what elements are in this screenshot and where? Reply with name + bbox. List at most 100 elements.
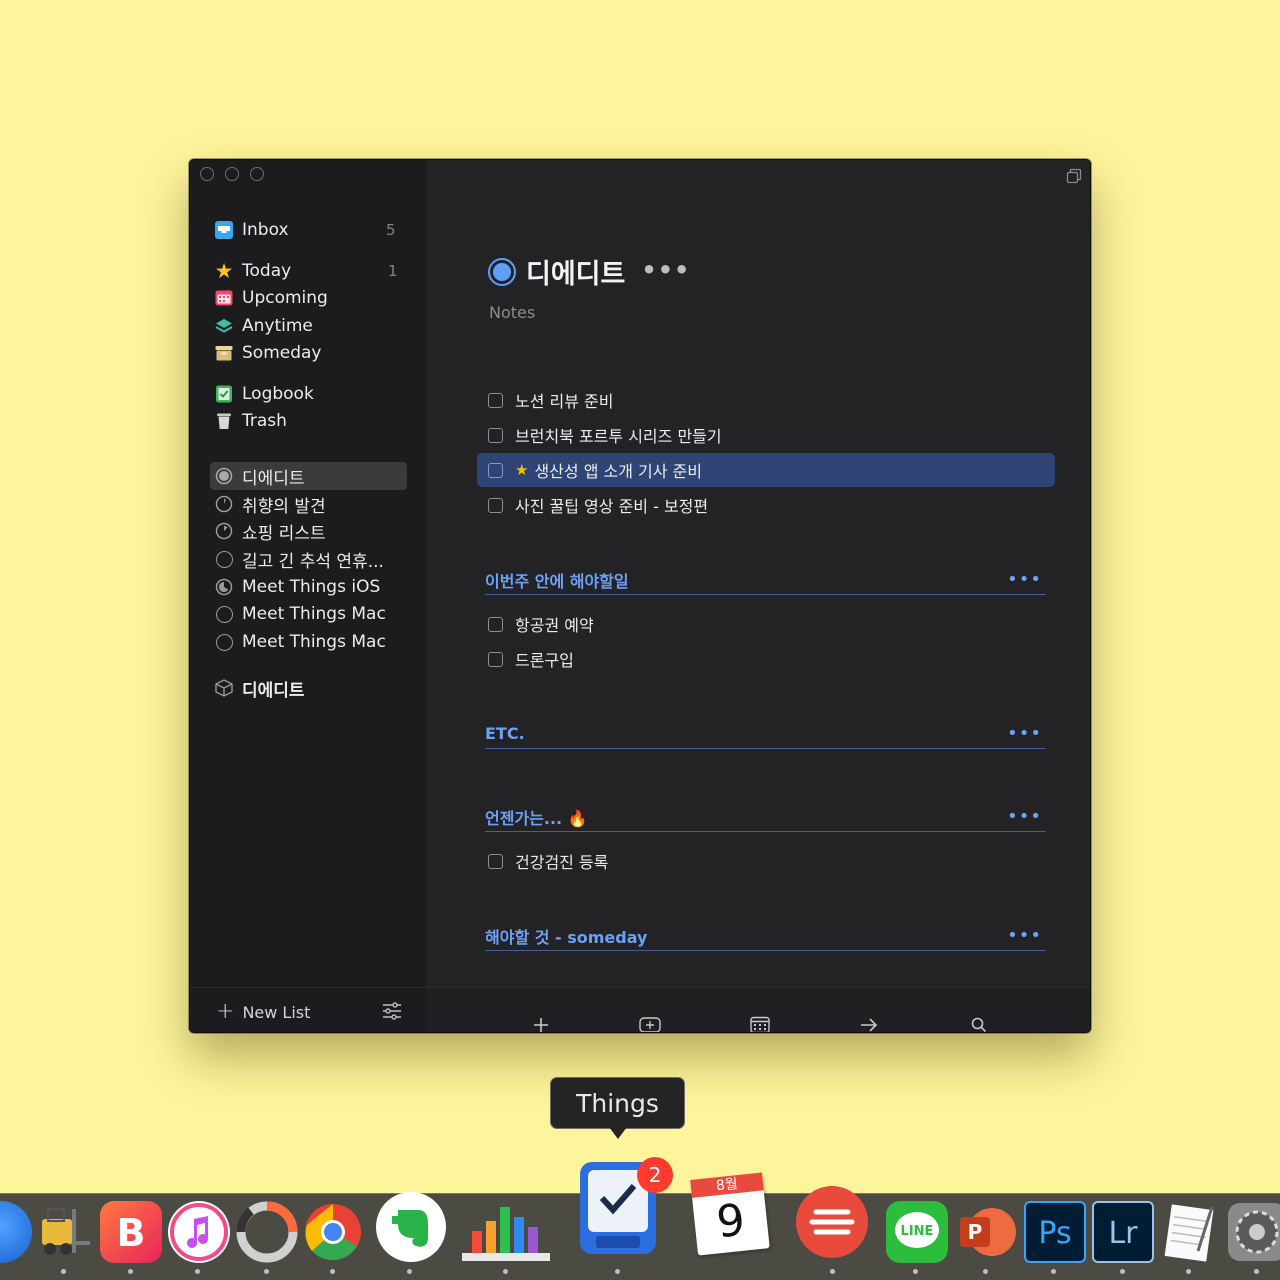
- sidebar-item-inbox[interactable]: Inbox: [214, 217, 289, 243]
- things-window: Inbox 5 ★ Today 1 Upcoming Anytime Somed…: [189, 159, 1091, 1033]
- task-checkbox[interactable]: [488, 462, 503, 478]
- restore-window-icon[interactable]: [1066, 168, 1082, 184]
- zoom-button[interactable]: [250, 167, 264, 181]
- sidebar-item-anytime[interactable]: Anytime: [214, 313, 313, 339]
- notes-field[interactable]: Notes: [489, 303, 535, 322]
- project-title[interactable]: 디에디트: [526, 252, 625, 291]
- istat-icon[interactable]: [236, 1201, 298, 1263]
- notification-badge: 2: [637, 1157, 673, 1193]
- sidebar-item-today[interactable]: ★ Today: [214, 258, 292, 284]
- project-empty-icon: [214, 549, 234, 569]
- running-indicator: [615, 1269, 620, 1274]
- line-icon[interactable]: LINE: [886, 1201, 948, 1263]
- task-label: 노션 리뷰 준비: [515, 392, 614, 411]
- sidebar-project[interactable]: Meet Things Mac: [214, 601, 386, 627]
- add-task-icon[interactable]: [530, 1014, 552, 1032]
- task-row[interactable]: 브런치북 포르투 시리즈 만들기: [477, 418, 1055, 452]
- photoshop-icon[interactable]: Ps: [1024, 1201, 1086, 1263]
- sidebar-project[interactable]: Meet Things Mac: [214, 629, 386, 655]
- heading-label: ETC.: [485, 724, 525, 743]
- system-preferences-gear-icon[interactable]: [1226, 1201, 1280, 1263]
- task-row[interactable]: 노션 리뷰 준비: [477, 383, 1055, 417]
- section-heading[interactable]: ETC. •••: [485, 719, 1046, 749]
- today-count: 1: [388, 262, 398, 280]
- calendar-app-icon[interactable]: 8월 9: [688, 1170, 774, 1256]
- plus-icon: +: [216, 999, 235, 1024]
- evernote-icon[interactable]: [376, 1192, 446, 1262]
- section-heading[interactable]: 이번주 안에 해야할일 •••: [485, 565, 1046, 595]
- sidebar-project[interactable]: 쇼핑 리스트: [214, 518, 326, 544]
- sidebar-item-label: 취향의 발견: [242, 496, 326, 517]
- svg-text:Ps: Ps: [1038, 1216, 1071, 1251]
- new-list-button[interactable]: + New List: [216, 1001, 310, 1023]
- running-indicator: [330, 1269, 335, 1274]
- task-checkbox[interactable]: [488, 427, 503, 443]
- sidebar-area[interactable]: 디에디트: [214, 675, 305, 701]
- sidebar-item-upcoming[interactable]: Upcoming: [214, 285, 328, 311]
- task-row[interactable]: 사진 꿀팁 영상 준비 - 보정편: [477, 488, 1055, 522]
- sidebar-project[interactable]: 길고 긴 추석 연휴...: [214, 546, 384, 572]
- task-checkbox[interactable]: [488, 616, 503, 632]
- numbers-chart-icon[interactable]: [462, 1201, 550, 1263]
- running-indicator: [195, 1269, 200, 1274]
- task-label: 사진 꿀팁 영상 준비 - 보정편: [515, 497, 709, 516]
- task-checkbox[interactable]: [488, 392, 503, 408]
- task-row[interactable]: 건강검진 등록: [477, 844, 1055, 878]
- textedit-icon[interactable]: [1160, 1201, 1222, 1263]
- more-options-icon[interactable]: •••: [641, 256, 690, 284]
- more-options-icon[interactable]: •••: [1007, 723, 1042, 744]
- chrome-icon[interactable]: [302, 1201, 364, 1263]
- minimize-button[interactable]: [225, 167, 239, 181]
- running-indicator: [503, 1269, 508, 1274]
- sidebar-item-trash[interactable]: Trash: [214, 408, 287, 434]
- sidebar-item-someday[interactable]: Someday: [214, 340, 321, 366]
- sidebar-item-label: Meet Things iOS: [242, 577, 381, 597]
- task-label: 드론구입: [515, 651, 574, 670]
- running-indicator: [983, 1269, 988, 1274]
- powerpoint-icon[interactable]: P: [956, 1201, 1018, 1263]
- more-options-icon[interactable]: •••: [1007, 569, 1042, 590]
- sidebar-project-diedit[interactable]: 디에디트: [214, 463, 305, 489]
- move-arrow-icon[interactable]: [858, 1014, 880, 1032]
- sidebar-item-label: Meet Things Mac: [242, 604, 386, 624]
- task-checkbox[interactable]: [488, 853, 503, 869]
- task-checkbox[interactable]: [488, 497, 503, 513]
- itunes-icon[interactable]: [168, 1201, 230, 1263]
- sidebar-project[interactable]: 취향의 발견: [214, 491, 326, 517]
- logbook-icon: [214, 384, 234, 404]
- dock-tooltip: Things: [550, 1077, 685, 1129]
- section-heading[interactable]: 언젠가는... 🔥 •••: [485, 802, 1046, 832]
- more-options-icon[interactable]: •••: [1007, 806, 1042, 827]
- more-options-icon[interactable]: •••: [1007, 925, 1042, 946]
- task-checkbox[interactable]: [488, 651, 503, 667]
- filter-settings-icon[interactable]: [382, 1002, 402, 1020]
- speeko-lines-icon[interactable]: [796, 1186, 868, 1258]
- task-row[interactable]: 드론구입: [477, 642, 1055, 676]
- tooltip-arrow: [609, 1127, 627, 1139]
- running-indicator: [1120, 1269, 1125, 1274]
- page-title: 디에디트 •••: [488, 252, 690, 291]
- heading-label: 이번주 안에 해야할일: [485, 571, 629, 591]
- bear-b-icon[interactable]: B: [100, 1201, 162, 1263]
- calendar-icon[interactable]: [749, 1014, 771, 1032]
- section-heading[interactable]: 해야할 것 - someday •••: [485, 921, 1046, 951]
- heading-label: 언젠가는... 🔥: [485, 808, 588, 828]
- sidebar-project[interactable]: Meet Things iOS: [214, 574, 380, 600]
- svg-text:LINE: LINE: [901, 1224, 934, 1239]
- forklift-icon[interactable]: [32, 1201, 94, 1263]
- add-heading-icon[interactable]: [639, 1014, 661, 1032]
- svg-text:B: B: [117, 1211, 146, 1255]
- task-row[interactable]: 항공권 예약: [477, 607, 1055, 641]
- search-icon[interactable]: [968, 1014, 990, 1032]
- running-indicator: [128, 1269, 133, 1274]
- task-row-selected[interactable]: ★ 생산성 앱 소개 기사 준비: [477, 453, 1055, 487]
- close-button[interactable]: [200, 167, 214, 181]
- project-empty-icon: [214, 604, 234, 624]
- project-progress-icon: [214, 521, 234, 541]
- svg-text:Lr: Lr: [1108, 1216, 1138, 1251]
- project-progress-icon: [214, 494, 234, 514]
- running-indicator: [264, 1269, 269, 1274]
- sidebar-item-logbook[interactable]: Logbook: [214, 381, 314, 407]
- lightroom-icon[interactable]: Lr: [1092, 1201, 1154, 1263]
- project-progress-icon: [214, 466, 234, 486]
